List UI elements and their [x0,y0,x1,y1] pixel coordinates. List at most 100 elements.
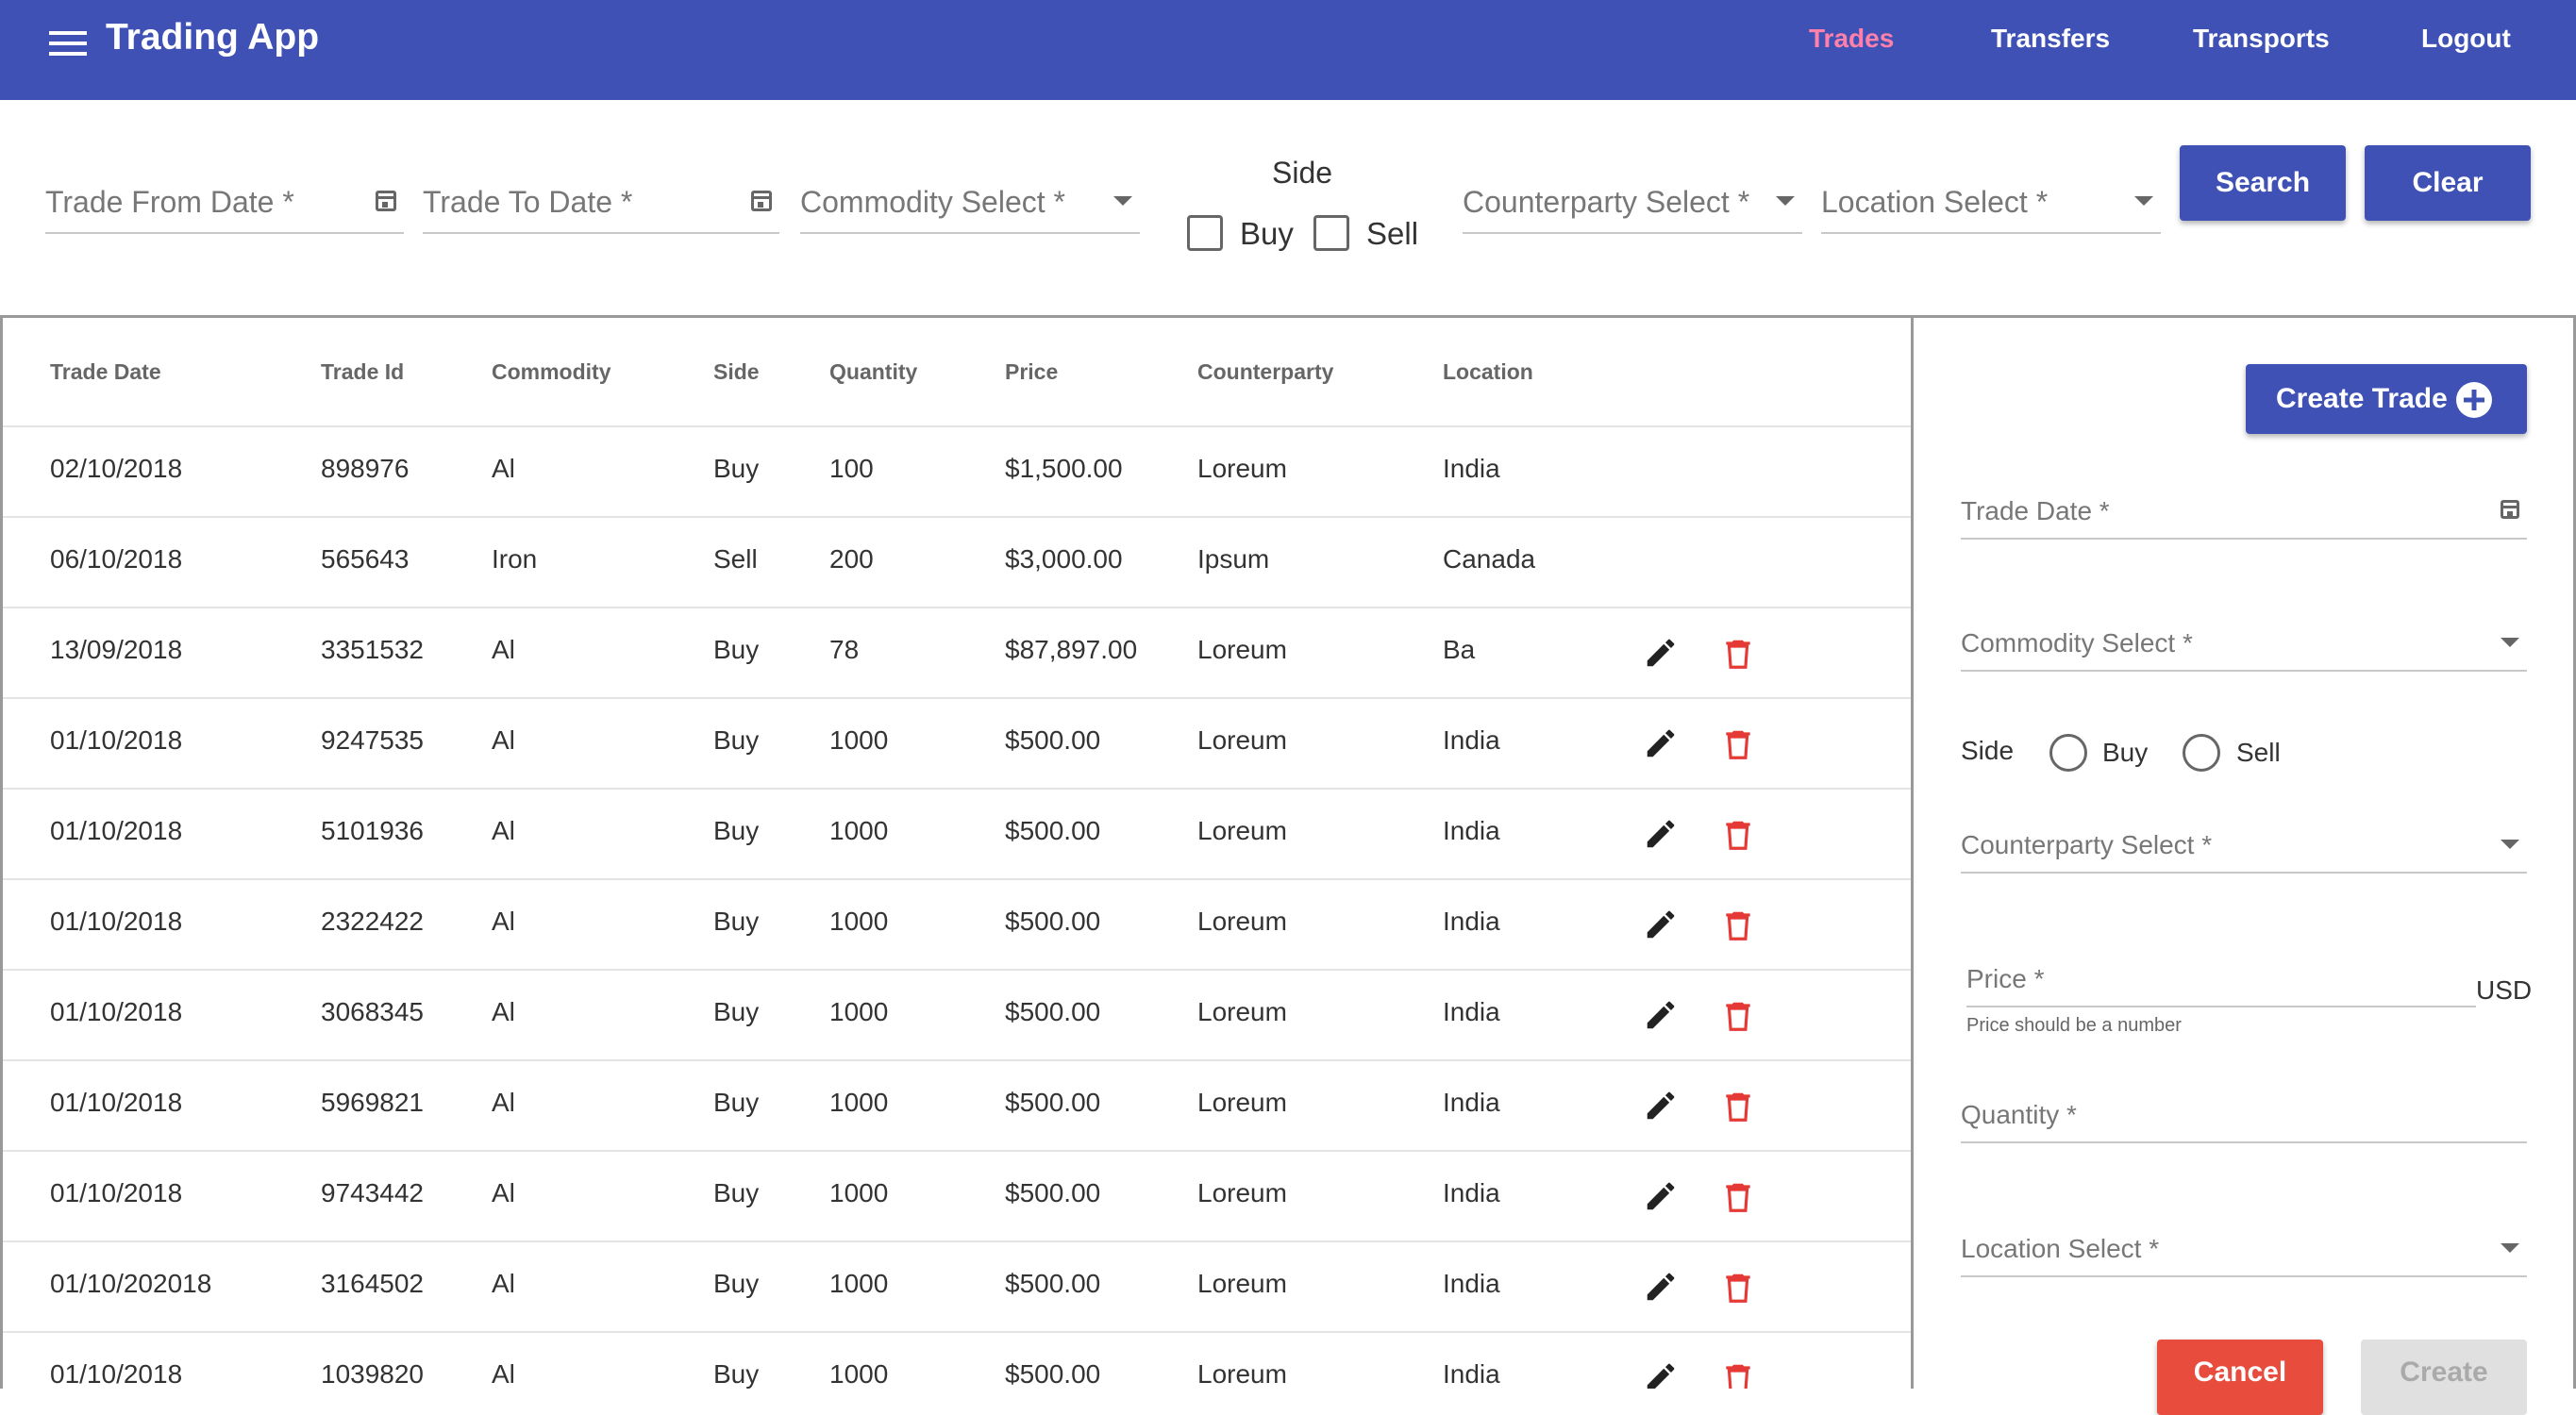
trade-from-date-placeholder: Trade From Date * [45,185,294,219]
nav-logout[interactable]: Logout [2421,24,2511,54]
quantity-cell: 100 [829,454,874,483]
location-cell: India [1443,1269,1500,1298]
edit-icon[interactable] [1643,1269,1679,1305]
create-trade-button[interactable]: Create Trade [2246,364,2527,434]
calendar-icon[interactable] [751,191,772,211]
trade-to-date-field[interactable]: Trade To Date * [423,177,779,234]
table-row[interactable]: 01/10/2018 2322422 Al Buy 1000 $500.00 Loreum I… [3,878,1911,971]
table-row[interactable]: 06/10/2018 565643 Iron Sell 200 $3,000.00 Ipsu… [3,516,1911,608]
nav-transports[interactable]: Transports [2193,24,2330,54]
quantity-field[interactable]: Quantity * [1961,1094,2527,1143]
buy-radio[interactable] [2049,734,2087,772]
counterparty-cell: Loreum [1197,1269,1287,1298]
counterparty-cell: Loreum [1197,1178,1287,1207]
price-cell: $87,897.00 [1005,635,1138,664]
trade-id-cell: 1039820 [321,1359,425,1389]
search-button[interactable]: Search [2180,145,2346,221]
form-counterparty-select[interactable]: Counterparty Select * [1961,824,2527,874]
delete-icon[interactable] [1720,1088,1756,1125]
price-cell: $500.00 [1005,1178,1101,1207]
delete-icon[interactable] [1720,816,1756,854]
price-cell: $3,000.00 [1005,544,1123,574]
side-cell: Buy [713,816,760,845]
cancel-button[interactable]: Cancel [2157,1340,2323,1415]
delete-icon[interactable] [1720,1359,1756,1389]
table-row[interactable]: 02/10/2018 898976 Al Buy 100 $1,500.00 Loreum I… [3,425,1911,518]
trade-date-field[interactable]: Trade Date * [1961,491,2527,540]
table-row[interactable]: 01/10/202018 3164502 Al Buy 1000 $500.00 Loreu… [3,1240,1911,1333]
currency-suffix: USD [2476,975,2533,1005]
column-header-location: Location [1443,359,1533,384]
delete-icon[interactable] [1720,907,1756,944]
trade-date-cell: 01/10/2018 [50,1359,183,1389]
chevron-down-icon [1113,196,1132,206]
menu-icon[interactable] [49,26,87,58]
delete-icon[interactable] [1720,1269,1756,1307]
buy-checkbox[interactable] [1187,215,1223,251]
column-header-price: Price [1005,359,1059,384]
edit-icon[interactable] [1643,997,1679,1033]
table-row[interactable]: 01/10/2018 1039820 Al Buy 1000 $500.00 Loreum I… [3,1331,1911,1389]
edit-icon[interactable] [1643,907,1679,942]
sell-checkbox[interactable] [1313,215,1349,251]
table-row[interactable]: 01/10/2018 3068345 Al Buy 1000 $500.00 Loreum I… [3,969,1911,1061]
commodity-cell: Al [492,816,515,845]
sell-radio[interactable] [2183,734,2220,772]
commodity-cell: Al [492,1088,515,1117]
calendar-icon[interactable] [376,191,396,211]
table-row[interactable]: 01/10/2018 9247535 Al Buy 1000 $500.00 Loreum I… [3,697,1911,790]
clear-button[interactable]: Clear [2365,145,2531,221]
counterparty-select[interactable]: Counterparty Select * [1463,177,1802,234]
price-hint: Price should be a number [1966,1015,2182,1036]
commodity-select[interactable]: Commodity Select * [800,177,1140,234]
trade-date-cell: 01/10/202018 [50,1269,212,1298]
table-row[interactable]: 01/10/2018 9743442 Al Buy 1000 $500.00 Loreum I… [3,1150,1911,1242]
quantity-cell: 1000 [829,1359,889,1389]
form-commodity-select[interactable]: Commodity Select * [1961,623,2527,672]
nav-transfers[interactable]: Transfers [1991,24,2110,54]
side-cell: Buy [713,907,760,936]
nav-trades[interactable]: Trades [1809,24,1894,54]
commodity-cell: Al [492,1269,515,1298]
trade-id-cell: 9743442 [321,1178,425,1207]
chevron-down-icon [2501,840,2519,849]
chevron-down-icon [1776,196,1795,206]
price-field[interactable]: Price * [1966,958,2476,1007]
delete-icon[interactable] [1720,725,1756,763]
location-select[interactable]: Location Select * [1821,177,2161,234]
edit-icon[interactable] [1643,1178,1679,1214]
delete-icon[interactable] [1720,1178,1756,1216]
trade-from-date-field[interactable]: Trade From Date * [45,177,404,234]
trade-to-date-placeholder: Trade To Date * [423,185,633,219]
delete-icon[interactable] [1720,635,1756,673]
edit-icon[interactable] [1643,635,1679,671]
app-title: Trading App [106,17,320,58]
trade-date-cell: 01/10/2018 [50,997,183,1026]
counterparty-cell: Loreum [1197,725,1287,755]
edit-icon[interactable] [1643,1359,1679,1389]
column-header-trade-id: Trade Id [321,359,405,384]
quantity-cell: 1000 [829,1269,889,1298]
location-cell: India [1443,725,1500,755]
table-row[interactable]: 01/10/2018 5969821 Al Buy 1000 $500.00 Loreum I… [3,1059,1911,1152]
table-row[interactable]: 13/09/2018 3351532 Al Buy 78 $87,897.00 Loreum… [3,607,1911,699]
trade-id-cell: 565643 [321,544,410,574]
commodity-cell: Al [492,1178,515,1207]
edit-icon[interactable] [1643,725,1679,761]
column-header-side: Side [713,359,760,384]
table-row[interactable]: 01/10/2018 5101936 Al Buy 1000 $500.00 Loreum I… [3,788,1911,880]
delete-icon[interactable] [1720,997,1756,1035]
edit-icon[interactable] [1643,816,1679,852]
commodity-select-placeholder: Commodity Select * [800,185,1065,219]
quantity-cell: 1000 [829,907,889,936]
side-cell: Buy [713,725,760,755]
calendar-icon[interactable] [2501,500,2519,519]
edit-icon[interactable] [1643,1088,1679,1124]
trade-date-placeholder: Trade Date * [1961,496,2110,525]
sell-radio-label: Sell [2236,738,2281,767]
location-cell: India [1443,454,1500,483]
price-cell: $500.00 [1005,997,1101,1026]
create-button[interactable]: Create [2361,1340,2527,1415]
form-location-select[interactable]: Location Select * [1961,1228,2527,1277]
sell-checkbox-label: Sell [1366,216,1419,251]
